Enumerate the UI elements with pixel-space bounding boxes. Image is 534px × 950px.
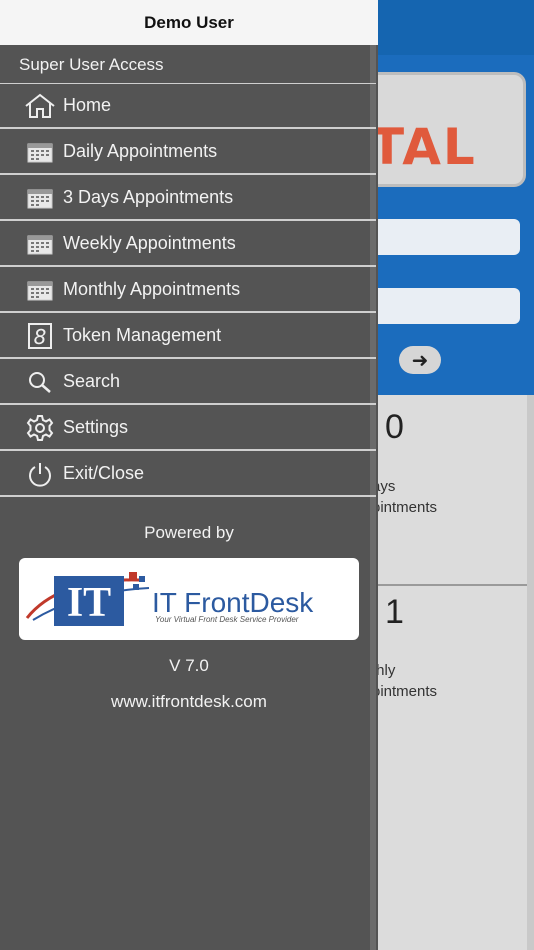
company-logo[interactable]: IT IT FrontDesk Your Virtual Front Desk … (19, 558, 359, 640)
company-tagline: Your Virtual Front Desk Service Provider (155, 615, 299, 624)
menu-item-label: Settings (63, 417, 129, 437)
calendar-icon (23, 230, 57, 258)
drawer-user-name: Demo User (0, 0, 378, 45)
menu-item-label: Daily Appointments (63, 141, 218, 161)
menu-item-3-days-appointments[interactable]: 3 Days Appointments (0, 176, 376, 221)
menu-item-monthly-appointments[interactable]: Monthly Appointments (0, 268, 376, 313)
website-link[interactable]: www.itfrontdesk.com (0, 692, 378, 712)
svg-text:8: 8 (34, 325, 47, 349)
token-icon: 8 (23, 322, 57, 350)
gear-icon (23, 414, 57, 442)
app-stat-count: 0 (385, 408, 404, 446)
home-icon (23, 92, 57, 120)
menu-item-exit-close[interactable]: Exit/Close (0, 452, 376, 497)
menu-item-label: Weekly Appointments (63, 233, 236, 253)
menu-item-label: Exit/Close (63, 463, 145, 483)
app-scrollbar[interactable] (527, 395, 534, 950)
calendar-icon (23, 184, 57, 212)
search-icon (23, 368, 57, 396)
power-icon (23, 460, 57, 488)
menu-item-settings[interactable]: Settings (0, 406, 376, 451)
menu-item-label: Token Management (63, 325, 222, 345)
side-drawer: Demo User Super User Access Home Daily A… (0, 0, 378, 950)
calendar-icon (23, 138, 57, 166)
section-label: Super User Access (19, 55, 164, 74)
menu-item-label: 3 Days Appointments (63, 187, 234, 207)
menu-item-label: Monthly Appointments (63, 279, 241, 299)
calendar-icon (23, 276, 57, 304)
menu-item-daily-appointments[interactable]: Daily Appointments (0, 130, 376, 175)
svg-text:IT: IT (67, 580, 111, 626)
powered-by-label: Powered by (144, 523, 234, 542)
menu-item-token-management[interactable]: 8 Token Management (0, 314, 376, 359)
app-stat-label: thly ointments (372, 662, 438, 700)
arrow-right-icon[interactable]: ➜ (399, 346, 441, 374)
menu-item-label: Home (63, 95, 112, 115)
menu-item-home[interactable]: Home (0, 84, 376, 129)
app-stat-count: 1 (385, 593, 404, 631)
menu-item-weekly-appointments[interactable]: Weekly Appointments (0, 222, 376, 267)
company-name: IT FrontDesk (152, 587, 314, 618)
app-logo-text: TAL (370, 118, 477, 176)
itfrontdesk-logo-icon: IT IT FrontDesk Your Virtual Front Desk … (25, 572, 314, 626)
menu-item-search[interactable]: Search (0, 360, 376, 405)
app-stat-label: ays ointments (372, 478, 438, 516)
version-label: V 7.0 (169, 656, 209, 675)
menu-item-label: Search (63, 371, 121, 391)
